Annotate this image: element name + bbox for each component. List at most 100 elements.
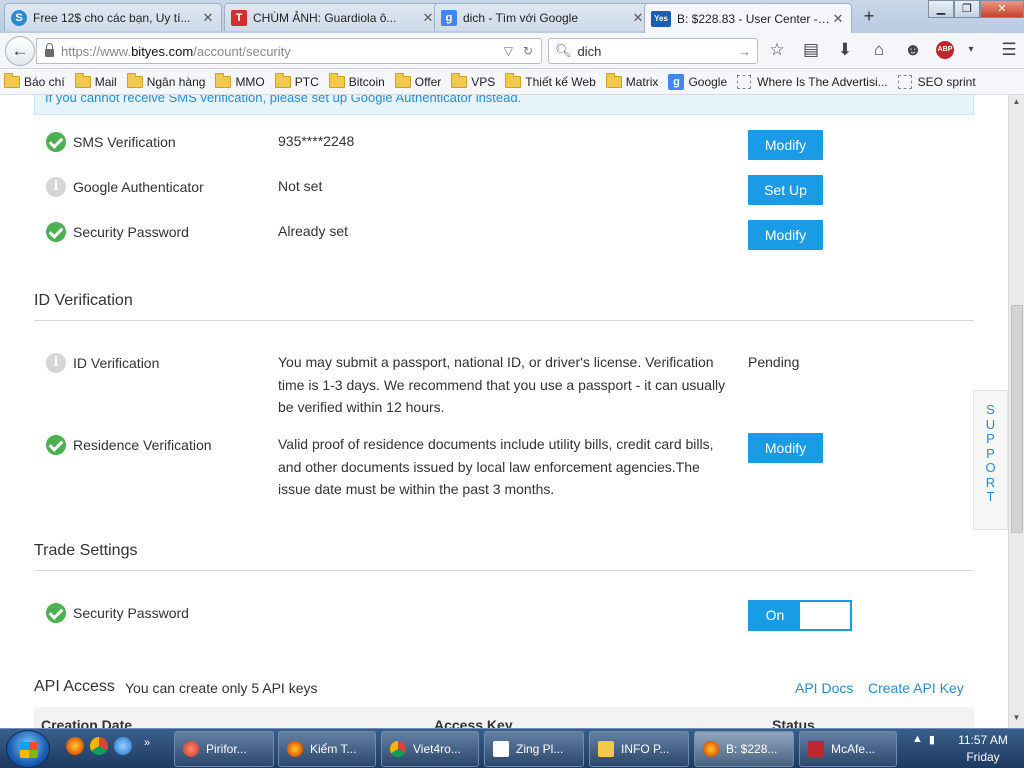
close-icon[interactable]: ✕: [421, 10, 435, 26]
bookmark-label: SEO sprint: [917, 75, 976, 89]
internet-explorer-icon[interactable]: [114, 737, 132, 755]
tab-google-search[interactable]: g dich - Tìm với Google ✕: [434, 3, 652, 31]
menu-icon[interactable]: ☰: [998, 39, 1020, 61]
url-host: bityes.com: [131, 43, 194, 59]
bookmark-folder[interactable]: Báo chí: [4, 73, 65, 89]
security-password-modify-button[interactable]: Modify: [748, 220, 823, 250]
window-close-icon[interactable]: ✕: [980, 0, 1024, 18]
taskbar-item-active[interactable]: B: $228...: [694, 731, 794, 767]
smiley-icon[interactable]: ☻: [902, 39, 924, 61]
trade-password-row: Security Password: [46, 603, 189, 623]
google-authenticator-label: Google Authenticator: [73, 179, 204, 195]
adblock-icon[interactable]: ABP: [936, 41, 954, 59]
dropdown-arrow-icon[interactable]: ▽: [504, 44, 513, 58]
firefox-icon[interactable]: [66, 737, 84, 755]
reload-icon[interactable]: ↻: [523, 44, 533, 58]
toggle-on-label: On: [750, 602, 800, 629]
residence-verification-description: Valid proof of residence documents inclu…: [278, 436, 714, 497]
home-icon[interactable]: ⌂: [868, 39, 890, 61]
url-path: /account/security: [193, 43, 291, 59]
bookmark-google[interactable]: g Google: [668, 74, 727, 90]
tab-free-12[interactable]: S Free 12$ cho các bạn, Uy tí... ✕: [4, 3, 222, 31]
sms-modify-button[interactable]: Modify: [748, 130, 823, 160]
support-letter: U: [985, 416, 996, 432]
google-icon: g: [668, 74, 685, 90]
firefox-icon: [703, 741, 719, 757]
scroll-down-icon[interactable]: ▼: [1011, 713, 1022, 726]
taskbar-item[interactable]: Kiểm T...: [278, 731, 376, 767]
chrome-icon[interactable]: [90, 737, 108, 755]
quick-launch: »: [66, 737, 150, 755]
zing-player-icon: [493, 741, 509, 757]
sms-notice-banner: If you cannot receive SMS verification, …: [34, 95, 974, 115]
bookmark-folder[interactable]: Ngân hàng: [126, 73, 205, 89]
chevron-down-icon[interactable]: ▾: [966, 39, 976, 61]
bookmark-label: Mail: [94, 75, 117, 89]
taskbar-item[interactable]: Viet4ro...: [381, 731, 479, 767]
bookmark-folder[interactable]: Matrix: [605, 73, 658, 89]
search-icon: 🔍︎: [555, 43, 572, 58]
network-icon[interactable]: ▮: [929, 733, 935, 746]
residence-modify-button[interactable]: Modify: [748, 433, 823, 463]
bookmark-folder[interactable]: Mail: [74, 73, 117, 89]
create-api-key-link[interactable]: Create API Key: [868, 680, 964, 696]
minimize-icon[interactable]: ▁: [928, 0, 954, 18]
search-bar[interactable]: 🔍︎ dich →: [548, 38, 758, 64]
close-icon[interactable]: ✕: [831, 11, 845, 27]
taskbar-item-label: Viet4ro...: [413, 742, 461, 756]
bookmark-folder[interactable]: Offer: [394, 73, 441, 89]
bookmark-star-icon[interactable]: ☆: [766, 39, 788, 61]
support-letter: P: [986, 431, 995, 446]
reading-list-icon[interactable]: ▤: [800, 39, 822, 61]
support-side-tab[interactable]: S U P P O R T: [973, 390, 1008, 530]
taskbar-item[interactable]: Zing Pl...: [484, 731, 584, 767]
search-input-text[interactable]: dich: [578, 44, 602, 59]
lock-icon: [45, 43, 54, 57]
scrollbar-thumb[interactable]: [1011, 305, 1023, 533]
google-authenticator-row: i Google Authenticator: [46, 177, 204, 197]
show-hidden-icons-icon[interactable]: ▲: [912, 733, 923, 746]
tab-bityes-user-center[interactable]: Yes B: $228.83 - User Center - B... ✕: [644, 3, 852, 33]
close-icon[interactable]: ✕: [631, 10, 645, 26]
bookmark-folder[interactable]: VPS: [451, 73, 495, 89]
bookmark-label: Bitcoin: [348, 75, 385, 89]
residence-verification-row: Residence Verification: [46, 435, 212, 455]
taskbar-item-label: Zing Pl...: [516, 742, 564, 756]
search-go-icon[interactable]: →: [738, 44, 751, 59]
bookmark-label: PTC: [294, 75, 319, 89]
bookmark-link[interactable]: Where Is The Advertisi...: [737, 75, 888, 89]
check-icon: [46, 435, 66, 455]
taskbar-item-label: Pirifor...: [206, 742, 247, 756]
bookmarks-bar: Báo chí Mail Ngân hàng MMO PTC Bitcoin O…: [0, 70, 1024, 95]
download-icon[interactable]: ⬇: [834, 39, 856, 61]
taskbar-item[interactable]: Pirifor...: [174, 731, 274, 767]
url-scheme: https://www.: [61, 43, 132, 59]
bookmark-folder[interactable]: MMO: [215, 73, 265, 89]
page-icon: [737, 75, 752, 89]
restore-icon[interactable]: ❐: [954, 0, 980, 18]
new-tab-button[interactable]: +: [858, 6, 880, 28]
bookmark-folder[interactable]: Thiết kế Web: [505, 73, 596, 89]
bityes-favicon-icon: Yes: [651, 10, 671, 27]
id-verification-section-title: ID Verification: [34, 292, 133, 309]
folder-icon: [505, 73, 522, 88]
id-verification-label: ID Verification: [73, 355, 160, 371]
taskbar-clock[interactable]: 11:57 AM Friday: [948, 732, 1018, 766]
bookmark-folder[interactable]: PTC: [274, 73, 319, 89]
trade-password-toggle[interactable]: On: [748, 600, 852, 631]
taskbar-item[interactable]: McAfe...: [799, 731, 897, 767]
vertical-scrollbar[interactable]: ▲ ▼: [1008, 95, 1024, 728]
taskbar-item[interactable]: INFO P...: [589, 731, 689, 767]
tab-chum-anh[interactable]: T CHÙM ẢNH: Guardiola ô... ✕: [224, 3, 442, 31]
chevron-right-icon[interactable]: »: [144, 737, 150, 755]
address-bar[interactable]: https://www. bityes.com/account/security …: [36, 38, 542, 64]
scroll-up-icon[interactable]: ▲: [1011, 97, 1022, 110]
start-button[interactable]: [6, 730, 50, 768]
api-docs-link[interactable]: API Docs: [795, 680, 853, 696]
google-authenticator-setup-button[interactable]: Set Up: [748, 175, 823, 205]
bookmark-folder[interactable]: Bitcoin: [328, 73, 385, 89]
google-authenticator-value: Not set: [278, 178, 323, 194]
close-icon[interactable]: ✕: [201, 10, 215, 26]
back-button[interactable]: ←: [5, 36, 35, 66]
bookmark-link[interactable]: SEO sprint: [897, 75, 976, 89]
